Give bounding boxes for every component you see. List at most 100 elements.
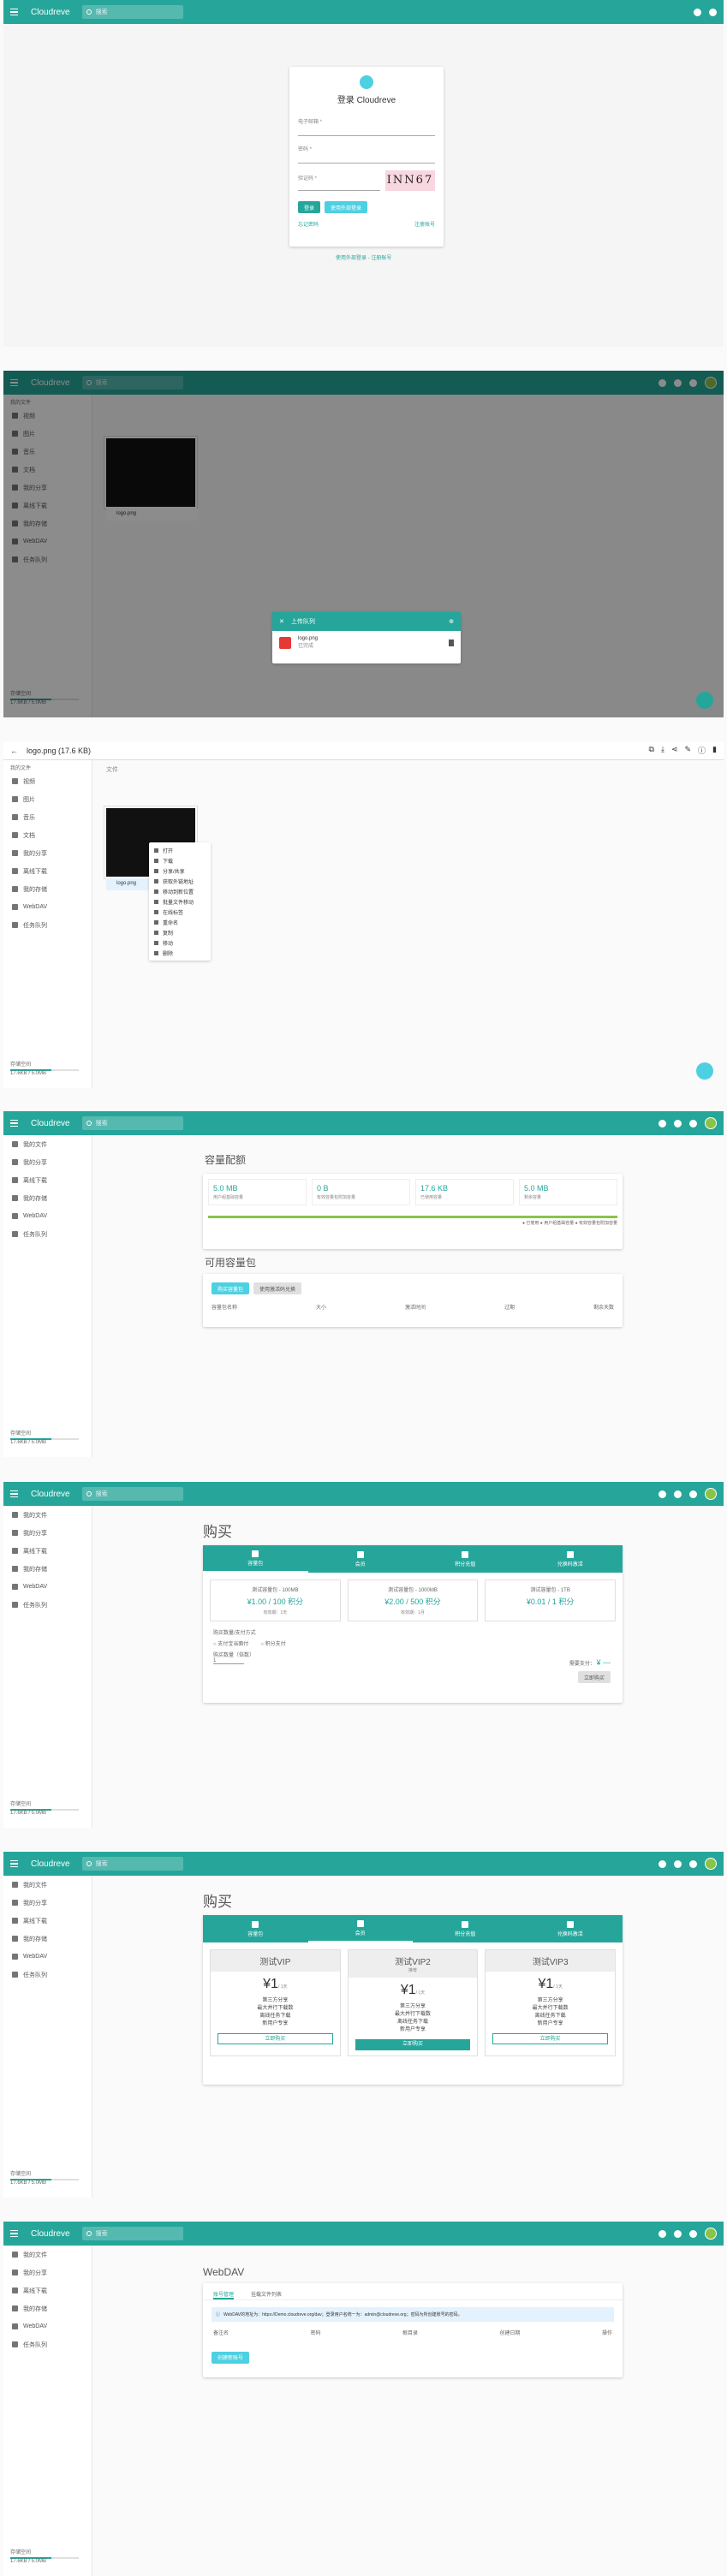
sidebar-item-storage[interactable]: 我的存储	[3, 880, 92, 898]
context-menu-item[interactable]: 批量文件移动	[149, 896, 211, 907]
sidebar-item-offline[interactable]: 离线下载	[3, 862, 92, 880]
close-icon[interactable]: ✕	[279, 618, 284, 625]
points-radio[interactable]: ○ 积分支付	[260, 1639, 285, 1647]
modal-backdrop[interactable]	[3, 371, 724, 717]
context-menu-item[interactable]: 分享/共享	[149, 866, 211, 876]
settings-icon[interactable]	[689, 1119, 697, 1127]
search-input[interactable]: 搜索	[81, 5, 183, 19]
sidebar-item-files[interactable]: 我的文件	[3, 1876, 92, 1894]
sidebar-item-offline[interactable]: 离线下载	[3, 1542, 92, 1560]
context-menu-item[interactable]: 移动	[149, 937, 211, 948]
grid-icon[interactable]	[674, 1119, 682, 1127]
avatar[interactable]	[705, 1488, 717, 1500]
sidebar-item-storage[interactable]: 我的存储	[3, 1560, 92, 1578]
pack-option[interactable]: 测试容量包 - 100MB ¥1.00 / 100 积分 有效期：1天	[210, 1580, 341, 1621]
grid-icon[interactable]	[674, 1859, 682, 1868]
sidebar-item-tasks[interactable]: 任务队列	[3, 1596, 92, 1614]
info-icon[interactable]: ⓘ	[698, 745, 706, 756]
context-menu-item[interactable]: 打开	[149, 845, 211, 855]
sidebar-item-offline[interactable]: 离线下载	[3, 1171, 92, 1189]
alipay-radio[interactable]: ○ 支付宝当面付	[213, 1639, 248, 1647]
sidebar-item-storage[interactable]: 我的存储	[3, 1189, 92, 1207]
external-login-button[interactable]: 使用外部登录	[325, 201, 368, 213]
context-menu-item[interactable]: 复制	[149, 927, 211, 937]
sidebar-item-share[interactable]: 我的分享	[3, 2264, 92, 2282]
sidebar-item-files[interactable]: 我的文件	[3, 1506, 92, 1524]
tab-3[interactable]: 兑换码激活	[518, 1545, 623, 1573]
email-field[interactable]: 电子邮箱 *	[298, 117, 435, 136]
buy-pack-button[interactable]: 购买容量包	[212, 1282, 250, 1294]
search-input[interactable]: 搜索	[81, 1487, 183, 1501]
settings-icon[interactable]	[709, 8, 717, 16]
avatar[interactable]	[705, 2228, 717, 2240]
help-icon[interactable]	[658, 1859, 666, 1868]
menu-icon[interactable]	[10, 6, 22, 18]
sidebar-item-storage[interactable]: 我的存储	[3, 2299, 92, 2317]
context-menu-item[interactable]: 在线标签	[149, 907, 211, 917]
captcha-field[interactable]: 验证码 *	[298, 174, 380, 191]
sidebar-item-files[interactable]: 我的文件	[3, 2246, 92, 2264]
context-menu-item[interactable]: 删除	[149, 948, 211, 958]
plan-buy-button[interactable]: 立即购买	[355, 2039, 471, 2050]
menu-icon[interactable]	[10, 1858, 22, 1870]
help-icon[interactable]	[694, 8, 701, 16]
forgot-password-link[interactable]: 忘记密码	[298, 220, 319, 228]
add-icon[interactable]: ⊕	[449, 618, 454, 625]
open-icon[interactable]: ⧉	[649, 745, 654, 756]
context-menu-item[interactable]: 下载	[149, 855, 211, 866]
qty-input[interactable]: 1	[213, 1658, 244, 1664]
upload-fab[interactable]	[696, 692, 713, 709]
tab-2[interactable]: 积分充值	[413, 1915, 518, 1942]
edit-icon[interactable]: ✎	[684, 745, 691, 756]
tab-0[interactable]: 容量包	[203, 1915, 308, 1942]
sidebar-item-music[interactable]: 音乐	[3, 808, 92, 826]
avatar[interactable]	[705, 1117, 717, 1129]
sidebar-item-files[interactable]: 我的文件	[3, 1135, 92, 1153]
sidebar-item-share[interactable]: 我的分享	[3, 1894, 92, 1912]
buy-now-button[interactable]: 立即购买	[577, 1671, 611, 1683]
sidebar-item-share[interactable]: 我的分享	[3, 844, 92, 862]
grid-icon[interactable]	[674, 2229, 682, 2238]
sidebar-item-tasks[interactable]: 任务队列	[3, 1966, 92, 1984]
help-icon[interactable]	[658, 1490, 666, 1498]
context-menu-item[interactable]: 移动到新位置	[149, 886, 211, 896]
menu-icon[interactable]	[10, 1488, 22, 1500]
delete-icon[interactable]	[449, 639, 454, 646]
tab-mounts[interactable]: 挂载文件列表	[251, 2290, 282, 2299]
grid-icon[interactable]	[674, 1490, 682, 1498]
sidebar-item-share[interactable]: 我的分享	[3, 1524, 92, 1542]
context-menu-item[interactable]: 获取外链地址	[149, 876, 211, 886]
download-icon[interactable]: ⤓	[661, 745, 664, 756]
sidebar-item-tasks[interactable]: 任务队列	[3, 2335, 92, 2353]
sidebar-item-storage[interactable]: 我的存储	[3, 1930, 92, 1948]
login-button[interactable]: 登录	[298, 201, 321, 213]
sidebar-item-offline[interactable]: 离线下载	[3, 1912, 92, 1930]
help-icon[interactable]	[658, 1119, 666, 1127]
share-icon[interactable]: ⋖	[671, 745, 678, 756]
redeem-button[interactable]: 使用激活码兑换	[253, 1282, 302, 1294]
menu-icon[interactable]	[10, 2228, 22, 2240]
tab-3[interactable]: 兑换码激活	[518, 1915, 623, 1942]
pack-option[interactable]: 测试容量包 - 1000MB ¥2.00 / 500 积分 有效期：1月	[347, 1580, 479, 1621]
sidebar-item-webdav[interactable]: WebDAV	[3, 2317, 92, 2335]
sidebar-item-docs[interactable]: 文档	[3, 826, 92, 844]
tab-1[interactable]: 会员	[307, 1915, 413, 1942]
footer-link[interactable]: 使用外部登录 - 注册账号	[336, 253, 391, 261]
create-account-button[interactable]: 创建新账号	[212, 2351, 250, 2364]
sidebar-item-videos[interactable]: 视频	[3, 772, 92, 790]
sidebar-item-tasks[interactable]: 任务队列	[3, 916, 92, 934]
settings-icon[interactable]	[689, 1490, 697, 1498]
captcha-image[interactable]: INN67	[385, 170, 435, 191]
plan-buy-button[interactable]: 立即购买	[492, 2033, 609, 2044]
context-menu-item[interactable]: 重命名	[149, 917, 211, 927]
sidebar-item-webdav[interactable]: WebDAV	[3, 1948, 92, 1966]
tab-2[interactable]: 积分充值	[413, 1545, 518, 1573]
sidebar-item-webdav[interactable]: WebDAV	[3, 1578, 92, 1596]
tab-0[interactable]: 容量包	[203, 1545, 308, 1573]
plan-buy-button[interactable]: 立即购买	[218, 2033, 333, 2044]
menu-icon[interactable]	[10, 1117, 22, 1129]
settings-icon[interactable]	[689, 2229, 697, 2238]
sidebar-item-webdav[interactable]: WebDAV	[3, 898, 92, 916]
back-icon[interactable]: ←	[10, 747, 18, 755]
signup-link[interactable]: 注册账号	[414, 220, 435, 228]
